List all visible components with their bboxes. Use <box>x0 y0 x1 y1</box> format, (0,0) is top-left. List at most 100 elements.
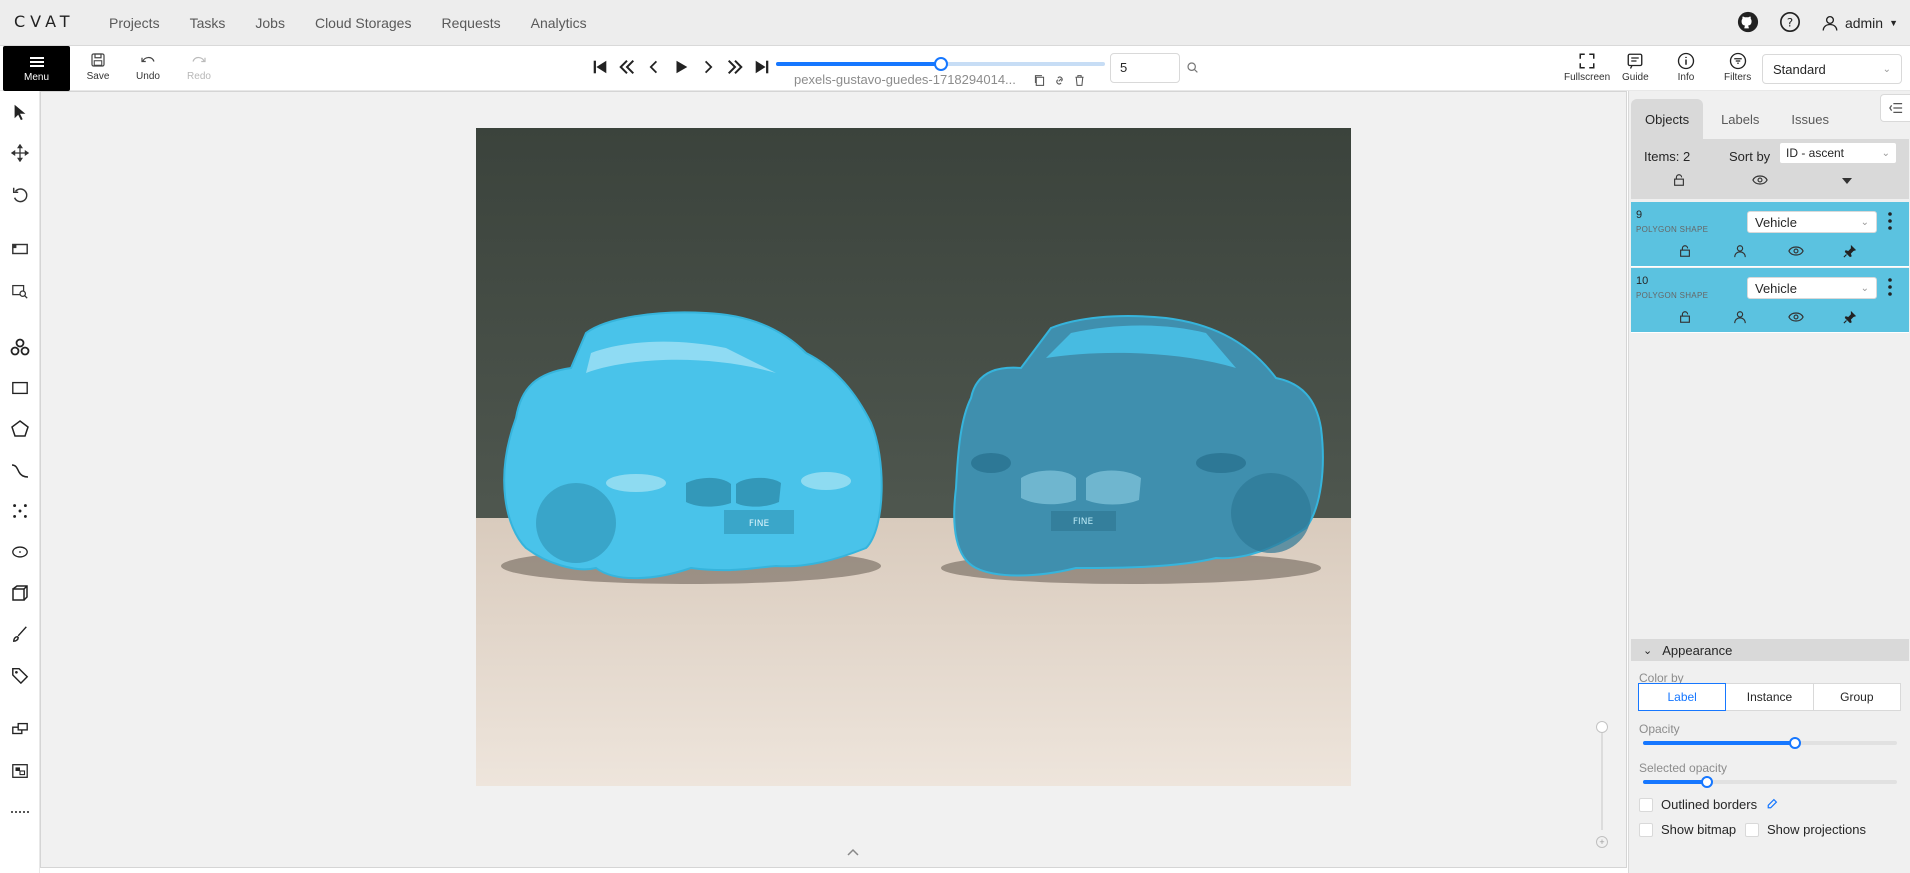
workspace-select[interactable]: Standard ⌄ <box>1762 54 1902 84</box>
collapse-sidebar-button[interactable] <box>1880 94 1910 122</box>
caret-down-icon[interactable] <box>1841 173 1853 187</box>
more-tools[interactable] <box>8 800 32 824</box>
rotate-tool[interactable] <box>8 183 32 207</box>
redo-button[interactable]: Redo <box>176 51 222 82</box>
draw-points-tool[interactable] <box>8 499 32 523</box>
undo-button[interactable]: Undo <box>125 51 171 82</box>
setup-tag-tool[interactable] <box>8 663 32 687</box>
workspace-value: Standard <box>1773 61 1826 77</box>
move-tool[interactable] <box>8 141 32 165</box>
nav-analytics[interactable]: Analytics <box>516 15 602 31</box>
previous-frame-button[interactable] <box>641 56 667 78</box>
color-by-label-option[interactable]: Label <box>1638 683 1727 711</box>
pin-icon[interactable] <box>1843 310 1857 324</box>
pin-icon[interactable] <box>1843 244 1857 258</box>
zoom-slider[interactable] <box>1601 726 1603 830</box>
filters-button[interactable]: Filters <box>1724 52 1751 83</box>
nav-requests[interactable]: Requests <box>426 15 515 31</box>
info-button[interactable]: Info <box>1677 52 1695 83</box>
zoom-region-tool[interactable] <box>8 279 32 303</box>
outlined-borders-checkbox[interactable]: Outlined borders <box>1639 797 1778 812</box>
copy-icon[interactable] <box>1033 74 1046 87</box>
checkbox-box[interactable] <box>1639 797 1653 812</box>
lock-all-icon[interactable] <box>1672 173 1686 187</box>
eye-all-icon[interactable] <box>1752 173 1768 187</box>
lock-icon[interactable] <box>1678 244 1692 258</box>
plus-circle-icon[interactable]: + <box>1596 836 1608 848</box>
frame-slider-handle[interactable] <box>933 57 948 71</box>
appearance-header[interactable]: ⌄ Appearance <box>1631 639 1909 661</box>
checkbox-box[interactable] <box>1639 822 1653 837</box>
menu-button[interactable]: Menu <box>3 46 70 91</box>
object-label-select[interactable]: Vehicle ⌄ <box>1747 277 1877 299</box>
save-button[interactable]: Save <box>75 51 121 82</box>
chevron-down-icon: ⌄ <box>1643 644 1653 657</box>
user-icon[interactable] <box>1733 310 1747 324</box>
frame-search-icon[interactable] <box>1186 61 1199 77</box>
opacity-slider-handle[interactable] <box>1789 737 1802 749</box>
draw-rectangle-tool[interactable] <box>8 376 32 400</box>
draw-polyline-tool[interactable] <box>8 458 32 482</box>
more-vertical-icon[interactable] <box>1885 277 1895 297</box>
cvat-logo[interactable]: CVAT <box>14 12 75 31</box>
show-bitmap-checkbox[interactable]: Show bitmap <box>1639 822 1736 837</box>
help-icon[interactable]: ? <box>1779 11 1801 36</box>
color-by-instance-option[interactable]: Instance <box>1725 683 1814 711</box>
brush-icon <box>12 626 27 642</box>
show-projections-checkbox[interactable]: Show projections <box>1745 822 1866 837</box>
draw-ellipse-tool[interactable] <box>8 540 32 564</box>
eye-icon[interactable] <box>1788 310 1804 324</box>
cursor-tool[interactable] <box>8 100 32 124</box>
next-frame-button[interactable] <box>695 56 721 78</box>
draw-mask-tool[interactable] <box>8 622 32 646</box>
draw-polygon-tool[interactable] <box>8 417 32 441</box>
ai-tools[interactable] <box>8 335 32 359</box>
nav-projects[interactable]: Projects <box>94 15 175 31</box>
frame-slider[interactable] <box>776 57 1105 71</box>
selected-opacity-slider[interactable] <box>1643 776 1897 788</box>
checkbox-box[interactable] <box>1745 822 1759 837</box>
tab-issues[interactable]: Issues <box>1777 99 1843 139</box>
group-shapes-tool[interactable] <box>8 759 32 783</box>
caret-down-icon: ▼ <box>1889 18 1898 28</box>
frame-number-input[interactable]: 5 <box>1110 53 1180 83</box>
last-frame-button[interactable] <box>749 56 775 78</box>
color-picker-icon[interactable] <box>1765 798 1778 811</box>
user-icon[interactable] <box>1733 244 1747 258</box>
selected-opacity-slider-handle[interactable] <box>1700 776 1713 788</box>
fit-image-tool[interactable] <box>8 237 32 261</box>
sort-select[interactable]: ID - ascent ⌄ <box>1779 142 1897 164</box>
tab-objects[interactable]: Objects <box>1631 99 1704 139</box>
more-vertical-icon[interactable] <box>1885 211 1895 231</box>
play-button[interactable] <box>668 56 694 78</box>
tab-labels[interactable]: Labels <box>1707 99 1773 139</box>
github-icon[interactable] <box>1737 11 1759 36</box>
object-item-9[interactable]: 9 POLYGON SHAPE Vehicle ⌄ <box>1631 202 1909 267</box>
save-icon <box>91 53 105 67</box>
merge-icon <box>12 722 28 735</box>
link-icon[interactable] <box>1053 74 1066 87</box>
delete-icon[interactable] <box>1073 74 1086 87</box>
merge-shapes-tool[interactable] <box>8 717 32 741</box>
chevron-down-icon: ⌄ <box>1881 147 1890 159</box>
lock-icon[interactable] <box>1678 310 1692 324</box>
nav-tasks[interactable]: Tasks <box>175 15 241 31</box>
nav-jobs[interactable]: Jobs <box>240 15 300 31</box>
zoom-slider-handle[interactable] <box>1596 721 1608 733</box>
guide-button[interactable]: Guide <box>1622 52 1649 83</box>
object-item-10[interactable]: 10 POLYGON SHAPE Vehicle ⌄ <box>1631 268 1909 333</box>
draw-cuboid-tool[interactable] <box>8 581 32 605</box>
object-label-select[interactable]: Vehicle ⌄ <box>1747 211 1877 233</box>
chevron-up-icon[interactable] <box>846 845 860 860</box>
fullscreen-button[interactable]: Fullscreen <box>1564 52 1610 83</box>
back-step-button[interactable] <box>614 56 640 78</box>
opacity-slider[interactable] <box>1643 737 1897 749</box>
color-by-group-option[interactable]: Group <box>1812 683 1901 711</box>
eye-icon[interactable] <box>1788 244 1804 258</box>
forward-step-button[interactable] <box>722 56 748 78</box>
cuboid-icon <box>12 585 28 601</box>
nav-cloud-storages[interactable]: Cloud Storages <box>300 15 427 31</box>
annotated-image[interactable]: FINE FINE <box>476 128 1351 786</box>
user-menu[interactable]: admin ▼ <box>1821 14 1898 32</box>
first-frame-button[interactable] <box>587 56 613 78</box>
